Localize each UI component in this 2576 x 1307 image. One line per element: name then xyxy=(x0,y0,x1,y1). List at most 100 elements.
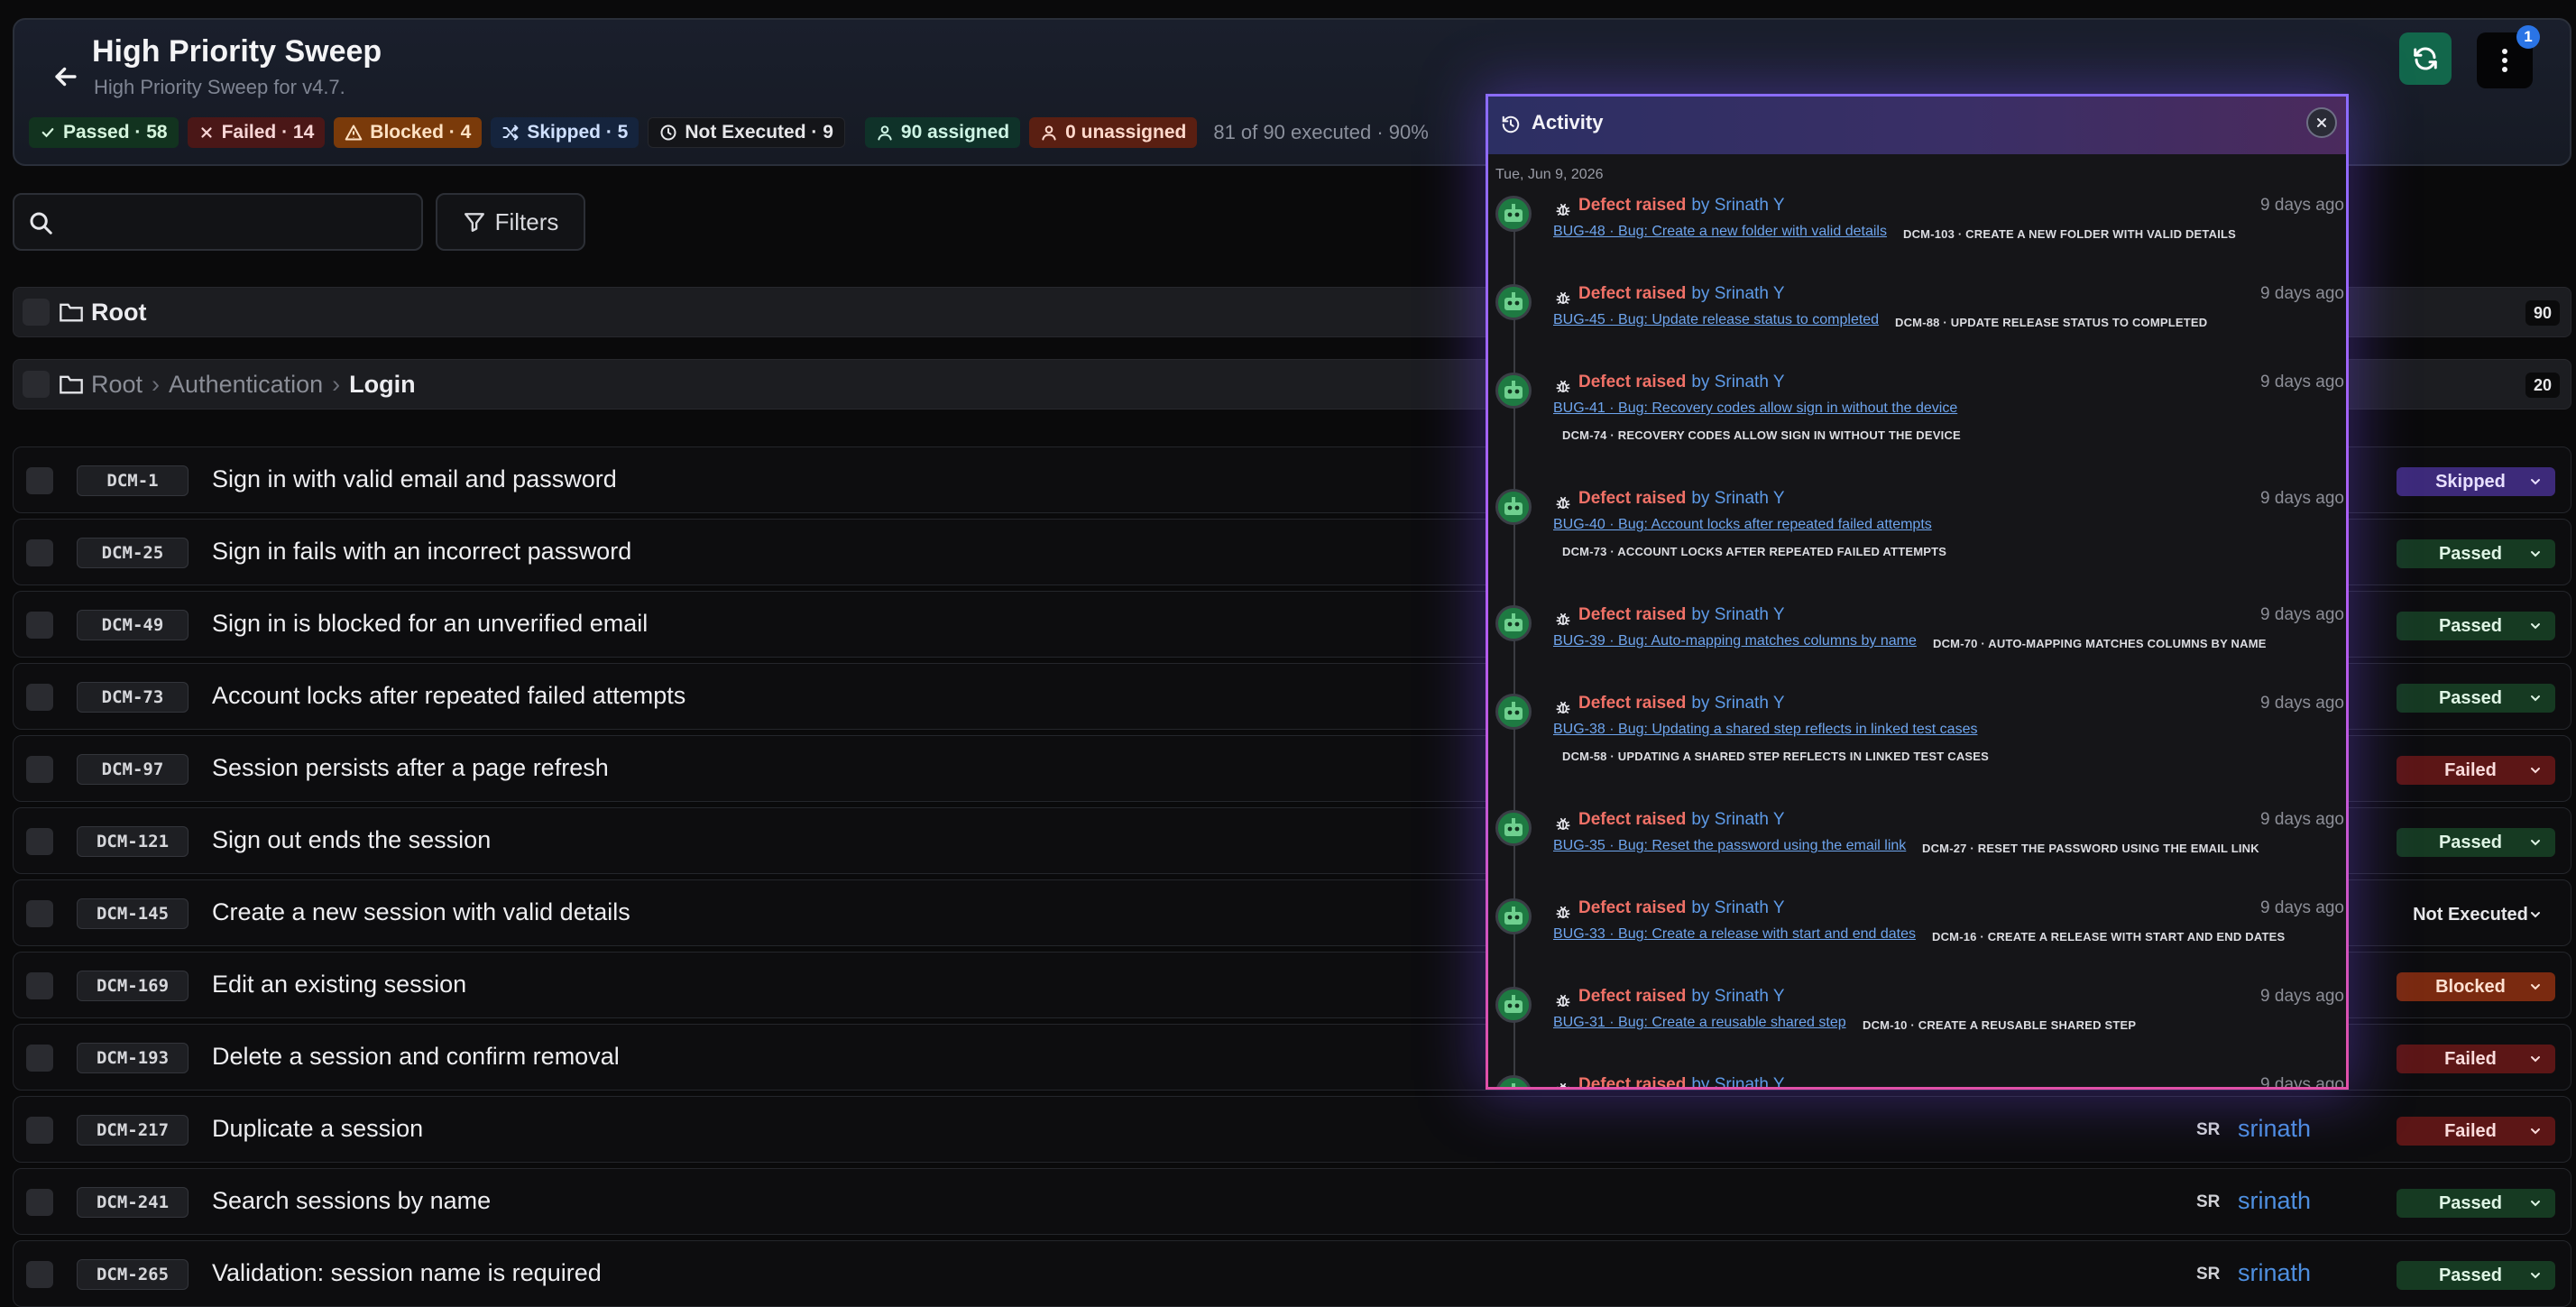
page-subtitle: High Priority Sweep for v4.7. xyxy=(94,76,345,98)
assignee-name[interactable]: srinath xyxy=(2238,1115,2311,1143)
status-label: Passed xyxy=(2438,832,2503,852)
linked-test-case[interactable]: DCM-88 · UPDATE RELEASE STATUS TO COMPLE… xyxy=(1895,316,2207,329)
test-case-title[interactable]: Account locks after repeated failed atte… xyxy=(212,682,685,710)
activity-actor[interactable]: by Srinath Y xyxy=(1691,196,1784,215)
assignee-name[interactable]: srinath xyxy=(2238,1187,2311,1215)
bug-link[interactable]: BUG-38 · Bug: Updating a shared step ref… xyxy=(1553,722,1977,738)
linked-test-case[interactable]: DCM-58 · UPDATING A SHARED STEP REFLECTS… xyxy=(1562,750,1989,763)
breadcrumb-authentication[interactable]: Authentication xyxy=(169,371,323,398)
bug-icon xyxy=(1556,817,1570,830)
executed-summary: 81 of 90 executed · 90% xyxy=(1213,121,1429,143)
test-case-title[interactable]: Validation: session name is required xyxy=(212,1259,602,1287)
row-checkbox[interactable] xyxy=(26,972,53,999)
activity-actor[interactable]: by Srinath Y xyxy=(1691,1075,1784,1087)
test-case-row[interactable]: DCM-265 Validation: session name is requi… xyxy=(13,1240,2571,1307)
bug-link[interactable]: BUG-48 · Bug: Create a new folder with v… xyxy=(1553,224,1887,240)
row-checkbox[interactable] xyxy=(26,684,53,711)
not-executed-pill[interactable]: Not Executed · 9 xyxy=(648,117,845,148)
clock-icon xyxy=(660,124,676,141)
test-case-title[interactable]: Sign in is blocked for an unverified ema… xyxy=(212,610,648,638)
filters-button[interactable]: Filters xyxy=(436,193,585,251)
test-case-id: DCM-97 xyxy=(77,754,189,785)
activity-actor[interactable]: by Srinath Y xyxy=(1691,987,1784,1006)
bug-link[interactable]: BUG-39 · Bug: Auto-mapping matches colum… xyxy=(1553,633,1917,649)
unassigned-pill[interactable]: 0 unassigned xyxy=(1029,117,1198,148)
activity-actor[interactable]: by Srinath Y xyxy=(1691,810,1784,829)
test-case-title[interactable]: Edit an existing session xyxy=(212,971,466,999)
test-case-title[interactable]: Delete a session and confirm removal xyxy=(212,1043,620,1071)
status-dropdown[interactable]: Skipped xyxy=(2397,467,2555,496)
test-case-row[interactable]: DCM-241 Search sessions by name SR srinath P… xyxy=(13,1168,2571,1235)
close-panel-button[interactable] xyxy=(2306,107,2337,138)
test-case-title[interactable]: Search sessions by name xyxy=(212,1187,491,1215)
skipped-pill[interactable]: Skipped · 5 xyxy=(491,117,639,148)
status-dropdown[interactable]: Not Executed xyxy=(2397,900,2555,929)
status-dropdown[interactable]: Failed xyxy=(2397,1117,2555,1146)
status-dropdown[interactable]: Passed xyxy=(2397,539,2555,568)
status-dropdown[interactable]: Passed xyxy=(2397,1261,2555,1290)
row-checkbox[interactable] xyxy=(26,756,53,783)
back-button[interactable] xyxy=(36,47,96,106)
activity-actor[interactable]: by Srinath Y xyxy=(1691,373,1784,391)
activity-action: Defect raised by Srinath Y xyxy=(1578,987,1785,1007)
status-dropdown[interactable]: Failed xyxy=(2397,1045,2555,1073)
assigned-pill[interactable]: 90 assigned xyxy=(864,117,1021,148)
row-checkbox[interactable] xyxy=(26,1045,53,1072)
search-input[interactable] xyxy=(13,193,423,251)
linked-test-case[interactable]: DCM-10 · CREATE A REUSABLE SHARED STEP xyxy=(1863,1018,2136,1032)
bug-link[interactable]: BUG-31 · Bug: Create a reusable shared s… xyxy=(1553,1015,1846,1031)
assignee-name[interactable]: srinath xyxy=(2238,1259,2311,1287)
linked-test-case[interactable]: DCM-27 · RESET THE PASSWORD USING THE EM… xyxy=(1922,842,2259,855)
test-case-title[interactable]: Sign in with valid email and password xyxy=(212,465,617,493)
bug-link[interactable]: BUG-45 · Bug: Update release status to c… xyxy=(1553,312,1879,328)
status-dropdown[interactable]: Blocked xyxy=(2397,972,2555,1001)
failed-pill[interactable]: Failed · 14 xyxy=(187,117,326,148)
bug-link[interactable]: BUG-40 · Bug: Account locks after repeat… xyxy=(1553,517,1932,533)
test-case-id: DCM-265 xyxy=(77,1259,189,1290)
test-case-title[interactable]: Create a new session with valid details xyxy=(212,898,630,926)
status-dropdown[interactable]: Passed xyxy=(2397,828,2555,857)
status-dropdown[interactable]: Passed xyxy=(2397,612,2555,640)
folder-checkbox[interactable] xyxy=(23,371,50,398)
breadcrumb-root[interactable]: Root xyxy=(91,371,143,398)
status-dropdown[interactable]: Passed xyxy=(2397,684,2555,713)
linked-test-case[interactable]: DCM-103 · CREATE A NEW FOLDER WITH VALID… xyxy=(1903,227,2236,241)
row-checkbox[interactable] xyxy=(26,1117,53,1144)
search-icon xyxy=(30,212,52,235)
linked-test-case[interactable]: DCM-16 · CREATE A RELEASE WITH START AND… xyxy=(1932,930,2285,943)
row-checkbox[interactable] xyxy=(26,828,53,855)
row-checkbox[interactable] xyxy=(26,1261,53,1288)
linked-test-case[interactable]: DCM-70 · AUTO-MAPPING MATCHES COLUMNS BY… xyxy=(1933,637,2267,650)
row-checkbox[interactable] xyxy=(26,1189,53,1216)
bug-link[interactable]: BUG-35 · Bug: Reset the password using t… xyxy=(1553,838,1906,854)
status-dropdown[interactable]: Failed xyxy=(2397,756,2555,785)
row-checkbox[interactable] xyxy=(26,467,53,494)
refresh-button[interactable] xyxy=(2399,32,2452,85)
test-case-title[interactable]: Sign in fails with an incorrect password xyxy=(212,538,631,566)
activity-actor[interactable]: by Srinath Y xyxy=(1691,898,1784,917)
shuffle-icon xyxy=(502,124,519,141)
filter-icon xyxy=(464,213,484,232)
activity-actor[interactable]: by Srinath Y xyxy=(1691,489,1784,508)
activity-action: Defect raised by Srinath Y xyxy=(1578,373,1785,392)
row-checkbox[interactable] xyxy=(26,612,53,639)
row-checkbox[interactable] xyxy=(26,539,53,566)
bug-link[interactable]: BUG-33 · Bug: Create a release with star… xyxy=(1553,926,1916,943)
activity-actor[interactable]: by Srinath Y xyxy=(1691,284,1784,303)
test-case-title[interactable]: Sign out ends the session xyxy=(212,826,491,854)
status-dropdown[interactable]: Passed xyxy=(2397,1189,2555,1218)
test-case-title[interactable]: Session persists after a page refresh xyxy=(212,754,609,782)
linked-test-case[interactable]: DCM-74 · RECOVERY CODES ALLOW SIGN IN WI… xyxy=(1562,428,1961,442)
activity-actor[interactable]: by Srinath Y xyxy=(1691,605,1784,624)
test-case-title[interactable]: Duplicate a session xyxy=(212,1115,423,1143)
folder-checkbox[interactable] xyxy=(23,299,50,326)
test-case-row[interactable]: DCM-217 Duplicate a session SR srinath Faile… xyxy=(13,1096,2571,1163)
row-checkbox[interactable] xyxy=(26,900,53,927)
activity-actor[interactable]: by Srinath Y xyxy=(1691,694,1784,713)
blocked-pill[interactable]: Blocked · 4 xyxy=(334,117,483,148)
bug-link[interactable]: BUG-41 · Bug: Recovery codes allow sign … xyxy=(1553,400,1957,417)
chevron-down-icon xyxy=(2531,1056,2540,1063)
test-case-id: DCM-73 xyxy=(77,682,189,713)
linked-test-case[interactable]: DCM-73 · ACCOUNT LOCKS AFTER REPEATED FA… xyxy=(1562,545,1946,558)
passed-pill[interactable]: Passed · 58 xyxy=(29,117,179,148)
